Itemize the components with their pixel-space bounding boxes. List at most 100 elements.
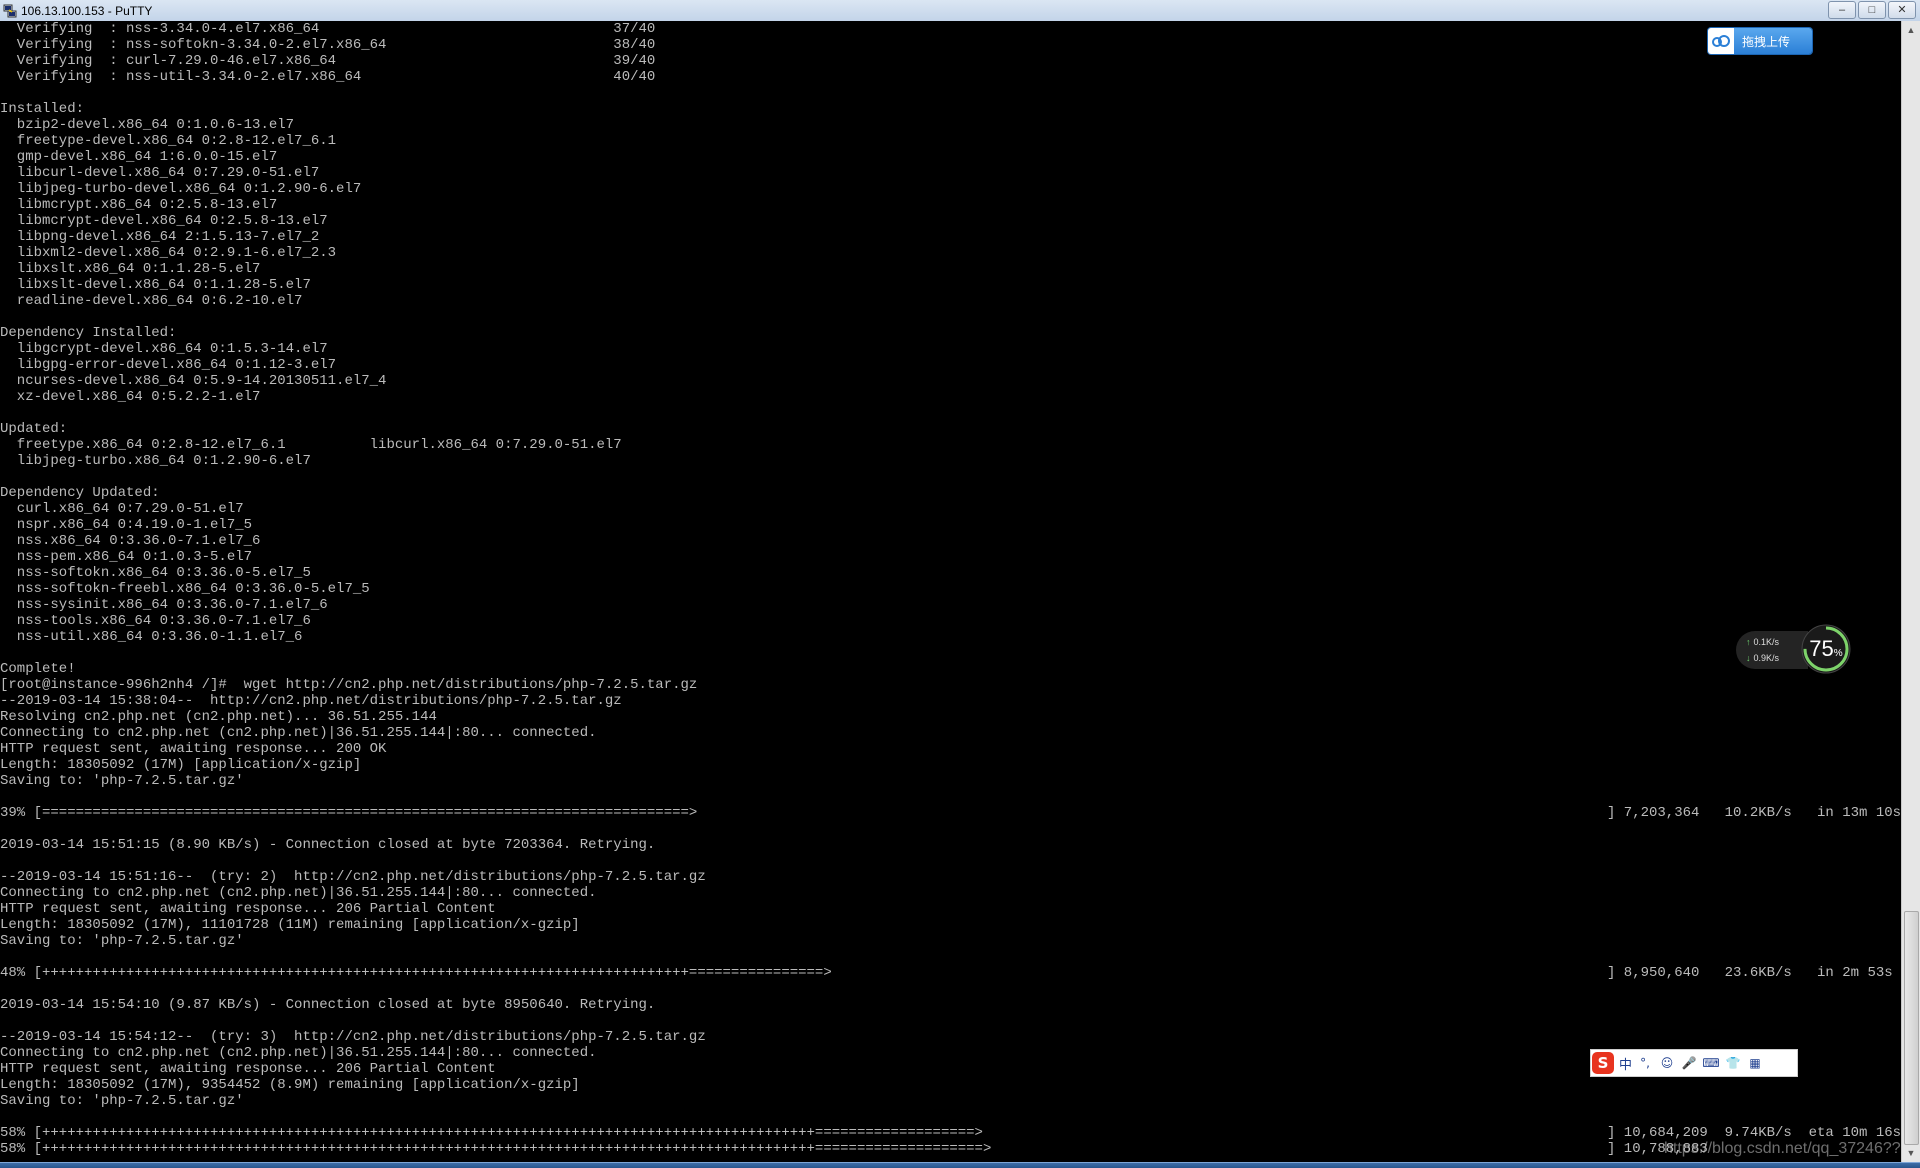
terminal-line-text: libmcrypt.x86_64 0:2.5.8-13.el7 — [0, 197, 278, 213]
ime-emoji-icon[interactable]: ☺ — [1658, 1054, 1676, 1072]
terminal-line: Verifying : nss-util-3.34.0-2.el7.x86_64… — [0, 69, 1902, 85]
terminal-line-text: xz-devel.x86_64 0:5.2.2-1.el7 — [0, 389, 261, 405]
terminal-line: --2019-03-14 15:51:16-- (try: 2) http://… — [0, 869, 1902, 885]
window-controls: – □ ✕ — [1826, 1, 1916, 19]
ime-skin-icon[interactable]: 👕 — [1724, 1054, 1742, 1072]
progress-stats: ] 7,203,364 10.2KB/s in 13m 10s — [1607, 805, 1902, 821]
terminal-line-text: nss-pem.x86_64 0:1.0.3-5.el7 — [0, 549, 253, 565]
terminal-line: 58% [+++++++++++++++++++++++++++++++++++… — [0, 1141, 1902, 1157]
terminal-line-text: nss-softokn-freebl.x86_64 0:3.36.0-5.el7… — [0, 581, 370, 597]
terminal-line: readline-devel.x86_64 0:6.2-10.el7 — [0, 293, 1902, 309]
maximize-button[interactable]: □ — [1858, 1, 1886, 19]
terminal-line-text: nss.x86_64 0:3.36.0-7.1.el7_6 — [0, 533, 261, 549]
terminal-line-text: freetype-devel.x86_64 0:2.8-12.el7_6.1 — [0, 133, 337, 149]
terminal-line-text: libxslt-devel.x86_64 0:1.1.28-5.el7 — [0, 277, 311, 293]
drag-upload-button[interactable]: 拖拽上传 — [1708, 28, 1812, 54]
terminal-line: libgcrypt-devel.x86_64 0:1.5.3-14.el7 — [0, 341, 1902, 357]
terminal-line: Connecting to cn2.php.net (cn2.php.net)|… — [0, 725, 1902, 741]
upload-rate-row: ↑ 0.1K/s — [1746, 637, 1779, 647]
ime-keyboard-icon[interactable]: ⌨ — [1702, 1054, 1720, 1072]
terminal-line-text: Length: 18305092 (17M), 9354452 (8.9M) r… — [0, 1077, 580, 1093]
terminal-line-text: bzip2-devel.x86_64 0:1.0.6-13.el7 — [0, 117, 295, 133]
upload-label: 拖拽上传 — [1742, 34, 1791, 49]
terminal-line: nss-util.x86_64 0:3.36.0-1.1.el7_6 — [0, 629, 1902, 645]
close-button[interactable]: ✕ — [1888, 1, 1916, 19]
network-monitor-widget[interactable]: ↑ 0.1K/s ↓ 0.9K/s 75% — [1736, 623, 1854, 677]
terminal-line: curl.x86_64 0:7.29.0-51.el7 — [0, 501, 1902, 517]
terminal-line: Resolving cn2.php.net (cn2.php.net)... 3… — [0, 709, 1902, 725]
scroll-down-icon[interactable]: ▼ — [1904, 1146, 1918, 1160]
putty-app-icon[interactable] — [3, 4, 17, 18]
terminal-line-text: Complete! — [0, 661, 76, 677]
ime-mode-chinese[interactable]: 中 — [1619, 1054, 1632, 1073]
terminal-line-text: nss-util.x86_64 0:3.36.0-1.1.el7_6 — [0, 629, 303, 645]
ime-toolbox-icon[interactable]: ▦ — [1746, 1054, 1764, 1072]
terminal-line-text: libxslt.x86_64 0:1.1.28-5.el7 — [0, 261, 261, 277]
terminal-line-text: libjpeg-turbo.x86_64 0:1.2.90-6.el7 — [0, 453, 311, 469]
terminal-line: --2019-03-14 15:54:12-- (try: 3) http://… — [0, 1029, 1902, 1045]
terminal-line: gmp-devel.x86_64 1:6.0.0-15.el7 — [0, 149, 1902, 165]
percent-value: 75 — [1809, 636, 1834, 661]
terminal-line-text: Saving to: 'php-7.2.5.tar.gz' — [0, 773, 244, 789]
terminal-output[interactable]: Verifying : nss-3.34.0-4.el7.x86_64 37/4… — [0, 21, 1902, 1162]
terminal-line — [0, 85, 1902, 101]
terminal-line: 2019-03-14 15:54:10 (9.87 KB/s) - Connec… — [0, 997, 1902, 1013]
terminal-line-text: freetype.x86_64 0:2.8-12.el7_6.1 libcurl… — [0, 437, 622, 453]
terminal-line: Length: 18305092 (17M), 11101728 (11M) r… — [0, 917, 1902, 933]
ime-punctuation-icon[interactable]: °, — [1636, 1054, 1654, 1072]
terminal-line-text: Verifying : nss-util-3.34.0-2.el7.x86_64… — [0, 69, 656, 85]
terminal-line: nspr.x86_64 0:4.19.0-1.el7_5 — [0, 517, 1902, 533]
minimize-button[interactable]: – — [1828, 1, 1856, 19]
title-bar[interactable]: 106.13.100.153 - PuTTY – □ ✕ — [0, 0, 1920, 22]
ime-toolbar[interactable]: S 中 °, ☺ 🎤 ⌨ 👕 ▦ — [1590, 1049, 1798, 1077]
terminal-line — [0, 981, 1902, 997]
sogou-logo-icon[interactable]: S — [1589, 1049, 1617, 1077]
terminal-line: Saving to: 'php-7.2.5.tar.gz' — [0, 933, 1902, 949]
terminal-line-text: gmp-devel.x86_64 1:6.0.0-15.el7 — [0, 149, 278, 165]
terminal-line: --2019-03-14 15:38:04-- http://cn2.php.n… — [0, 693, 1902, 709]
terminal-line-text: Saving to: 'php-7.2.5.tar.gz' — [0, 1093, 244, 1109]
terminal-line-text: Connecting to cn2.php.net (cn2.php.net)|… — [0, 885, 597, 901]
terminal-line: libjpeg-turbo.x86_64 0:1.2.90-6.el7 — [0, 453, 1902, 469]
terminal-line: nss.x86_64 0:3.36.0-7.1.el7_6 — [0, 533, 1902, 549]
terminal-line-text — [0, 309, 1902, 325]
vertical-scrollbar[interactable]: ▲ ▼ — [1901, 21, 1920, 1162]
terminal-line-text: Resolving cn2.php.net (cn2.php.net)... 3… — [0, 709, 437, 725]
terminal-line — [0, 853, 1902, 869]
scrollbar-thumb[interactable] — [1904, 911, 1919, 1145]
download-rate-row: ↓ 0.9K/s — [1746, 653, 1779, 663]
terminal-line — [0, 949, 1902, 965]
terminal-line: HTTP request sent, awaiting response... … — [0, 901, 1902, 917]
terminal-line: Verifying : nss-softokn-3.34.0-2.el7.x86… — [0, 37, 1902, 53]
terminal-line: libxslt-devel.x86_64 0:1.1.28-5.el7 — [0, 277, 1902, 293]
window-title: 106.13.100.153 - PuTTY — [21, 3, 153, 18]
terminal-line-text: Verifying : nss-softokn-3.34.0-2.el7.x86… — [0, 37, 656, 53]
terminal-line: libcurl-devel.x86_64 0:7.29.0-51.el7 — [0, 165, 1902, 181]
terminal-line-text: nspr.x86_64 0:4.19.0-1.el7_5 — [0, 517, 253, 533]
terminal-line: Length: 18305092 (17M) [application/x-gz… — [0, 757, 1902, 773]
terminal-line: Updated: — [0, 421, 1902, 437]
terminal-line — [0, 821, 1902, 837]
terminal-line: libjpeg-turbo-devel.x86_64 0:1.2.90-6.el… — [0, 181, 1902, 197]
putty-window: 106.13.100.153 - PuTTY – □ ✕ Verifying :… — [0, 0, 1920, 1168]
ime-voice-icon[interactable]: 🎤 — [1680, 1054, 1698, 1072]
terminal-line: Length: 18305092 (17M), 9354452 (8.9M) r… — [0, 1077, 1902, 1093]
terminal-line — [0, 469, 1902, 485]
terminal-line-text — [0, 405, 1902, 421]
terminal-line-text: HTTP request sent, awaiting response... … — [0, 741, 387, 757]
progress-stats: ] 8,950,640 23.6KB/s in 2m 53s — [1607, 965, 1893, 981]
terminal-line-text: 2019-03-14 15:54:10 (9.87 KB/s) - Connec… — [0, 997, 656, 1013]
upload-arrow-icon: ↑ — [1746, 637, 1751, 647]
terminal-line-text: Updated: — [0, 421, 68, 437]
terminal-line-text: Saving to: 'php-7.2.5.tar.gz' — [0, 933, 244, 949]
terminal-line-text: libmcrypt-devel.x86_64 0:2.5.8-13.el7 — [0, 213, 328, 229]
terminal-line — [0, 309, 1902, 325]
terminal-line-text — [0, 469, 1902, 485]
terminal-line-text: libcurl-devel.x86_64 0:7.29.0-51.el7 — [0, 165, 320, 181]
terminal-line-text — [0, 789, 1902, 805]
scroll-up-icon[interactable]: ▲ — [1904, 23, 1918, 37]
terminal-line: nss-softokn-freebl.x86_64 0:3.36.0-5.el7… — [0, 581, 1902, 597]
terminal-line-text — [0, 821, 1902, 837]
terminal-line: [root@instance-996h2nh4 /]# wget http://… — [0, 677, 1902, 693]
taskbar[interactable] — [0, 1162, 1920, 1168]
